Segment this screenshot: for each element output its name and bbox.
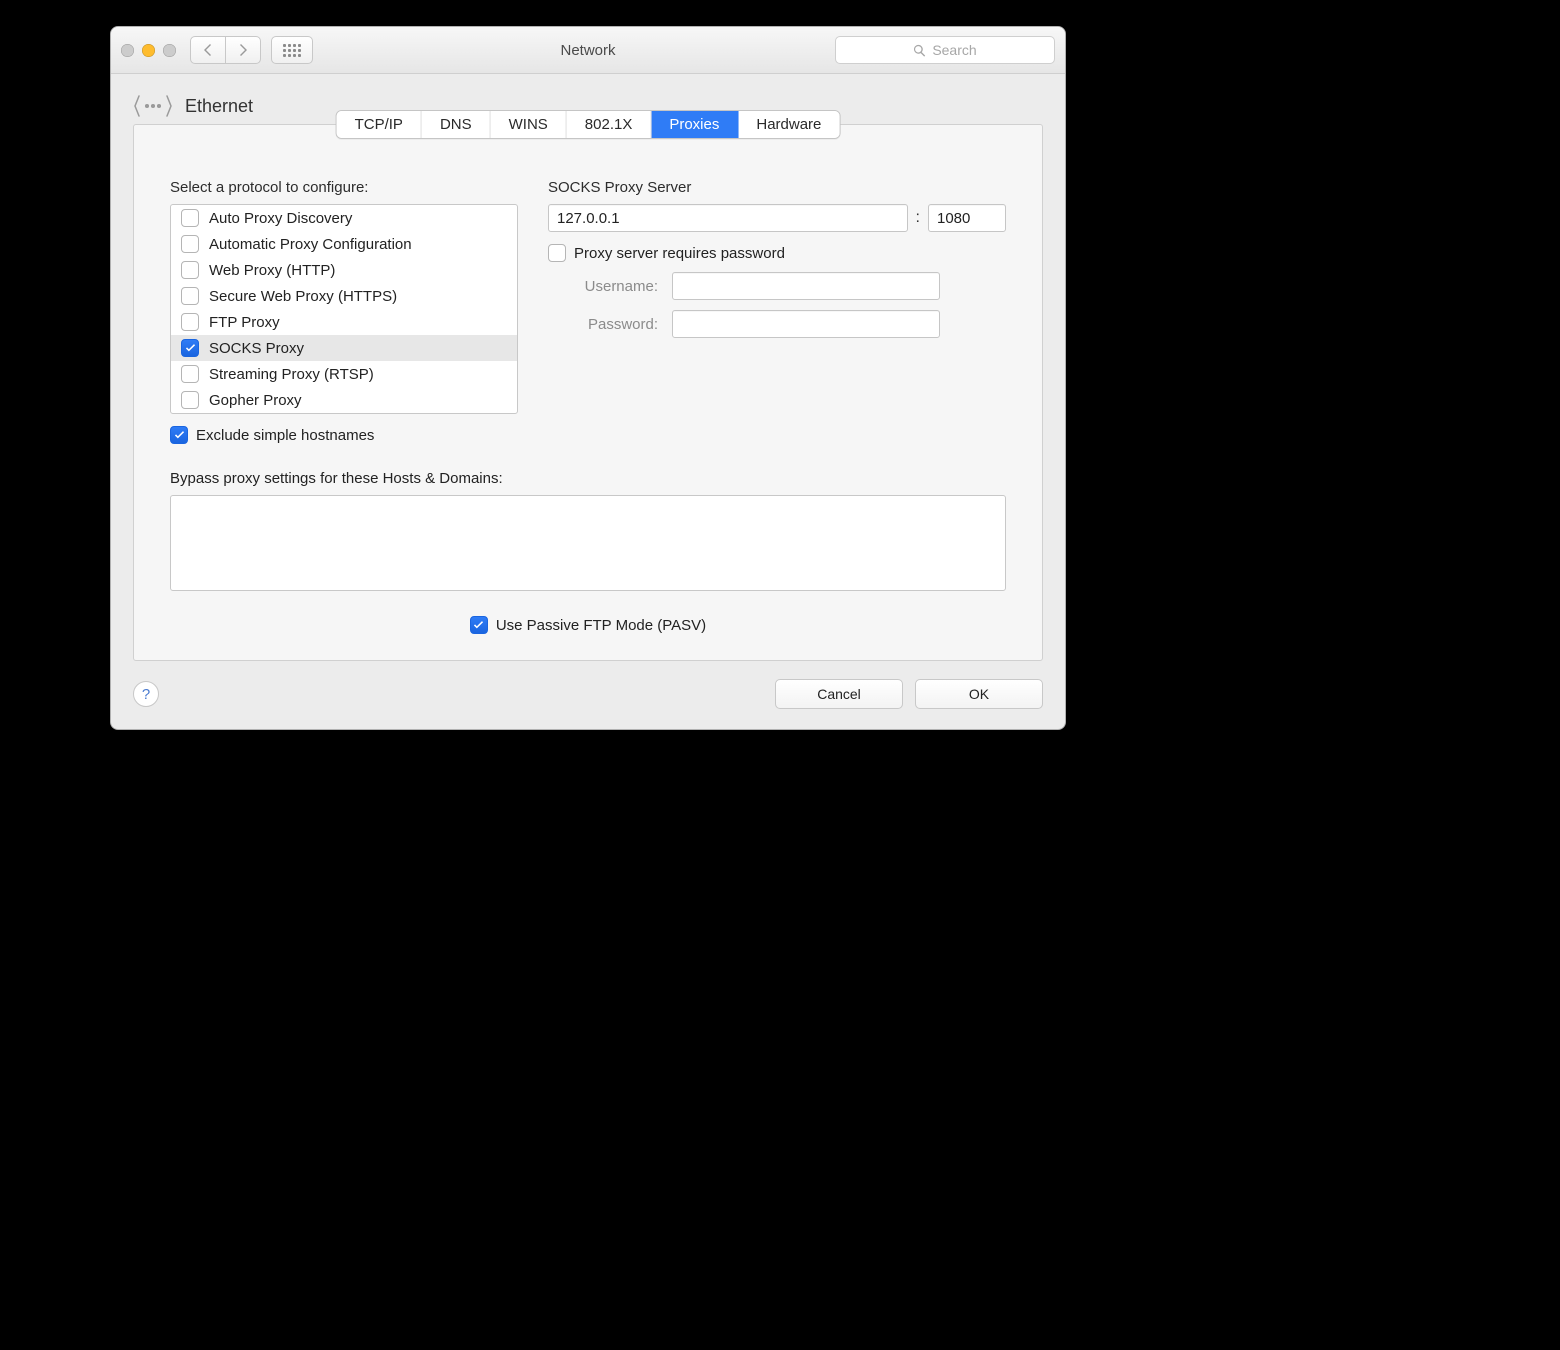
tab-wins[interactable]: WINS — [491, 111, 567, 138]
show-all-button[interactable] — [271, 36, 313, 64]
chevron-right-icon — [238, 44, 248, 56]
protocol-label: Gopher Proxy — [209, 392, 302, 409]
help-button[interactable]: ? — [133, 681, 159, 707]
password-input[interactable] — [672, 310, 940, 338]
tab-dns[interactable]: DNS — [422, 111, 491, 138]
protocol-label: Web Proxy (HTTP) — [209, 262, 335, 279]
protocol-row[interactable]: Gopher Proxy — [171, 387, 517, 413]
checkbox-icon — [181, 261, 199, 279]
protocol-row[interactable]: Web Proxy (HTTP) — [171, 257, 517, 283]
chevron-left-icon — [203, 44, 213, 56]
exclude-simple-hostnames-label: Exclude simple hostnames — [196, 427, 374, 444]
ethernet-icon — [133, 92, 173, 120]
checkbox-icon — [181, 313, 199, 331]
protocol-row[interactable]: Automatic Proxy Configuration — [171, 231, 517, 257]
protocol-label: Automatic Proxy Configuration — [209, 236, 412, 253]
minimize-window-icon[interactable] — [142, 44, 155, 57]
protocols-heading: Select a protocol to configure: — [170, 179, 518, 196]
protocol-list[interactable]: Auto Proxy Discovery Automatic Proxy Conf… — [170, 204, 518, 414]
checkbox-icon — [548, 244, 566, 262]
checkbox-icon — [181, 339, 199, 357]
checkbox-icon — [181, 365, 199, 383]
password-label: Password: — [548, 316, 658, 333]
username-input[interactable] — [672, 272, 940, 300]
tab-tcpip[interactable]: TCP/IP — [337, 111, 422, 138]
bypass-textarea[interactable] — [170, 495, 1006, 591]
server-heading: SOCKS Proxy Server — [548, 179, 1006, 196]
protocol-label: Streaming Proxy (RTSP) — [209, 366, 374, 383]
requires-password-checkbox[interactable]: Proxy server requires password — [548, 244, 1006, 262]
titlebar: Network Search — [111, 27, 1065, 74]
checkbox-icon — [470, 616, 488, 634]
back-button[interactable] — [190, 36, 226, 64]
protocol-row[interactable]: SOCKS Proxy — [171, 335, 517, 361]
exclude-simple-hostnames-checkbox[interactable]: Exclude simple hostnames — [170, 426, 518, 444]
proxy-port-input[interactable] — [928, 204, 1006, 232]
host-port-separator: : — [916, 209, 920, 227]
checkbox-icon — [170, 426, 188, 444]
protocol-row[interactable]: FTP Proxy — [171, 309, 517, 335]
search-icon — [913, 44, 926, 57]
tab-8021x[interactable]: 802.1X — [567, 111, 652, 138]
cancel-button[interactable]: Cancel — [775, 679, 903, 709]
checkbox-icon — [181, 391, 199, 409]
tab-strip: TCP/IPDNSWINS802.1XProxiesHardware — [336, 110, 841, 139]
checkbox-icon — [181, 287, 199, 305]
passive-ftp-checkbox[interactable]: Use Passive FTP Mode (PASV) — [170, 616, 1006, 634]
protocol-row[interactable]: Streaming Proxy (RTSP) — [171, 361, 517, 387]
bypass-label: Bypass proxy settings for these Hosts & … — [170, 470, 1006, 487]
proxy-host-input[interactable] — [548, 204, 908, 232]
protocol-label: SOCKS Proxy — [209, 340, 304, 357]
checkbox-icon — [181, 235, 199, 253]
network-preferences-window: Network Search Ethernet — [110, 26, 1066, 730]
nav-buttons — [190, 36, 261, 64]
protocol-row[interactable]: Secure Web Proxy (HTTPS) — [171, 283, 517, 309]
protocol-label: Secure Web Proxy (HTTPS) — [209, 288, 397, 305]
protocol-label: FTP Proxy — [209, 314, 280, 331]
ok-button[interactable]: OK — [915, 679, 1043, 709]
tab-hardware[interactable]: Hardware — [738, 111, 839, 138]
protocol-row[interactable]: Auto Proxy Discovery — [171, 205, 517, 231]
forward-button[interactable] — [225, 36, 261, 64]
close-window-icon[interactable] — [121, 44, 134, 57]
settings-panel: TCP/IPDNSWINS802.1XProxiesHardware Selec… — [133, 124, 1043, 661]
search-placeholder: Search — [932, 42, 976, 58]
search-input[interactable]: Search — [835, 36, 1055, 64]
zoom-window-icon[interactable] — [163, 44, 176, 57]
window-controls — [121, 44, 176, 57]
interface-name: Ethernet — [185, 96, 253, 117]
passive-ftp-label: Use Passive FTP Mode (PASV) — [496, 617, 706, 634]
username-label: Username: — [548, 278, 658, 295]
checkbox-icon — [181, 209, 199, 227]
requires-password-label: Proxy server requires password — [574, 245, 785, 262]
question-mark-icon: ? — [142, 686, 150, 703]
tab-proxies[interactable]: Proxies — [651, 111, 738, 138]
grid-icon — [283, 44, 301, 57]
protocol-label: Auto Proxy Discovery — [209, 210, 352, 227]
